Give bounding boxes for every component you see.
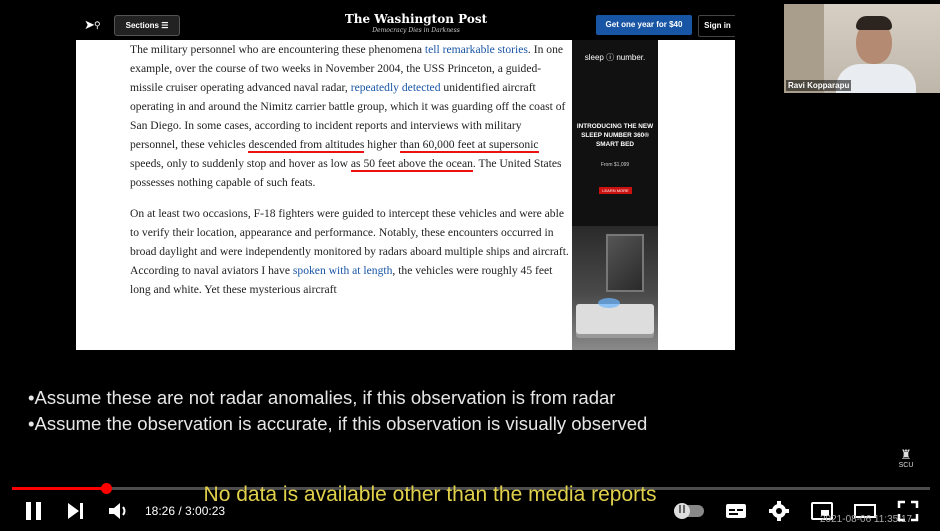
search-icon: ⚲ (94, 20, 101, 30)
settings-button[interactable] (767, 499, 791, 523)
time-display: 18:26 / 3:00:23 (145, 504, 226, 518)
wapo-logo-text: The Washington Post (344, 12, 488, 26)
sign-in-button[interactable]: Sign in (698, 15, 735, 37)
scu-seal-icon: ♜ (900, 447, 912, 462)
link-repeatedly-detected[interactable]: repeatedly detected (351, 81, 441, 94)
highlight-underline-1: descended from altitudes (248, 138, 365, 153)
washington-post-screenshot: ➤ ⚲ Sections ☰ The Washington Post Democ… (76, 8, 735, 350)
autoplay-knob (674, 503, 690, 519)
pause-small-icon (679, 505, 685, 513)
presentation-slide: ➤ ⚲ Sections ☰ The Washington Post Democ… (0, 0, 940, 531)
pause-icon (26, 502, 41, 520)
sections-button[interactable]: Sections ☰ (114, 15, 180, 36)
highlight-underline-3: as 50 feet above the ocean (350, 157, 473, 172)
link-tell-remarkable-stories[interactable]: tell remarkable stories (425, 43, 528, 56)
article-paragraph-2: On at least two occasions, F-18 fighters… (130, 204, 570, 299)
subscribe-button[interactable]: Get one year for $40 (596, 15, 692, 35)
wapo-logo[interactable]: The Washington Post Democracy Dies in Da… (306, 12, 526, 34)
bed-glow (598, 298, 620, 308)
volume-icon (109, 503, 126, 519)
settings-icon (769, 501, 789, 521)
next-button[interactable] (66, 499, 86, 523)
sections-label: Sections (125, 21, 159, 30)
wapo-header: ➤ ⚲ Sections ☰ The Washington Post Democ… (76, 8, 735, 40)
ad-learn-more-button[interactable]: LEARN MORE (599, 187, 632, 194)
scu-logo-text: SCU (898, 462, 914, 469)
bullet-2: •Assume the observation is accurate, if … (28, 413, 648, 434)
article-body: The military personnel who are encounter… (130, 40, 570, 299)
wapo-tagline: Democracy Dies in Darkness (372, 27, 460, 34)
autoplay-toggle[interactable] (674, 503, 704, 519)
slide-bullets: •Assume these are not radar anomalies, i… (28, 385, 768, 437)
next-icon (68, 503, 83, 519)
captions-icon (726, 504, 746, 518)
link-spoken-with-at-length[interactable]: spoken with at length (293, 264, 393, 277)
ad-headline: INTRODUCING THE NEW SLEEP NUMBER 360® SM… (576, 123, 654, 148)
presenter-video: Ravi Kopparapu (784, 4, 940, 93)
ad-price: From $1,099 (600, 162, 630, 168)
presenter-hair (856, 16, 892, 30)
text: The military personnel who are encounter… (130, 43, 425, 56)
presenter-name: Ravi Kopparapu (786, 80, 852, 91)
bed-shape (576, 304, 654, 334)
menu-icon: ☰ (161, 21, 169, 30)
captions-button[interactable] (724, 499, 748, 523)
window-shape (606, 234, 644, 292)
volume-button[interactable] (107, 499, 131, 523)
text: speeds, only to suddenly stop and hover … (130, 157, 351, 170)
pause-button[interactable] (24, 499, 44, 523)
ad-bed-image (572, 226, 658, 350)
scu-logo: ♜ SCU (892, 448, 920, 474)
highlight-underline-2: than 60,000 feet at supersonic (399, 138, 539, 153)
article-paragraph-1: The military personnel who are encounter… (130, 40, 570, 192)
text: higher (364, 138, 400, 151)
sleep-number-ad[interactable]: sleep ⓘ number. INTRODUCING THE NEW SLEE… (572, 40, 658, 350)
burned-in-timestamp: 2021-08-06 11:35:17 (820, 514, 913, 525)
bullet-1: •Assume these are not radar anomalies, i… (28, 387, 616, 408)
ad-brand: sleep ⓘ number. (584, 53, 646, 62)
